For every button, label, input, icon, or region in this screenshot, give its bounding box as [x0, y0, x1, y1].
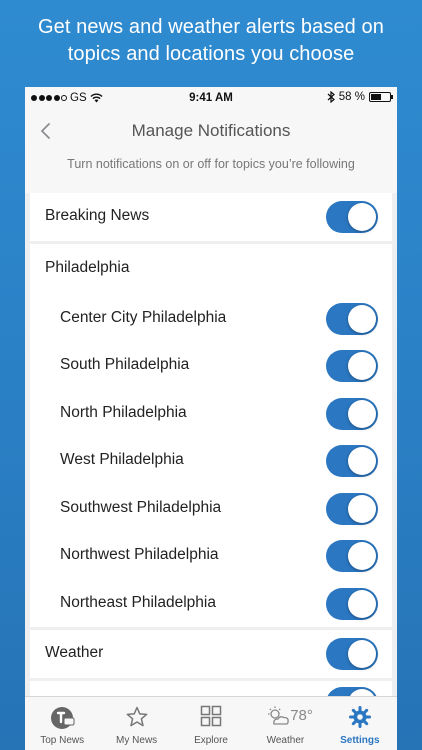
row-label: Breaking News — [45, 207, 150, 224]
row-center-city-philadelphia: Center City Philadelphia — [30, 295, 392, 343]
row-northwest-philadelphia: Northwest Philadelphia — [30, 532, 392, 580]
status-right: 58 % — [327, 91, 393, 103]
row-label: West Philadelphia — [60, 451, 184, 468]
promo-line-2: topics and locations you choose — [67, 43, 355, 65]
northwest-philadelphia-toggle[interactable] — [326, 540, 378, 572]
row-south-philadelphia: South Philadelphia — [30, 342, 392, 390]
page-title: Manage Notifications — [131, 121, 291, 140]
tab-label: My News — [116, 735, 158, 746]
navigation-bar: Manage Notifications — [25, 109, 397, 153]
tab-label: Weather — [266, 735, 305, 746]
battery-percent: 58 % — [338, 91, 365, 103]
section-weather: Weather — [30, 630, 392, 678]
breaking-news-toggle[interactable] — [326, 201, 378, 233]
row-label: Northeast Philadelphia — [60, 594, 216, 611]
promo-caption: Get news and weather alerts based on top… — [0, 14, 422, 68]
weather-toggle[interactable] — [326, 638, 378, 670]
grid-icon — [200, 705, 222, 727]
tab-label: Explore — [194, 735, 228, 746]
center-city-philadelphia-toggle[interactable] — [326, 303, 378, 335]
top-news-icon — [51, 707, 75, 729]
partly-sunny-icon — [267, 706, 289, 725]
tab-bar: Top News My News Explore 78° Weather Set… — [25, 696, 397, 750]
row-label: Center City Philadelphia — [60, 309, 227, 326]
phone-screen: GS 9:41 AM 58 % Manage Notifications Tur… — [25, 87, 397, 750]
gear-icon — [348, 706, 371, 728]
row-southwest-philadelphia: Southwest Philadelphia — [30, 485, 392, 533]
south-philadelphia-toggle[interactable] — [326, 350, 378, 382]
tab-label: Top News — [40, 735, 85, 746]
tab-label: Settings — [340, 735, 380, 746]
southwest-philadelphia-toggle[interactable] — [326, 493, 378, 525]
row-label: Weather — [45, 644, 104, 661]
tab-my-news[interactable]: My News — [99, 697, 173, 750]
row-label: Northwest Philadelphia — [60, 546, 219, 563]
row-label: South Philadelphia — [60, 356, 190, 373]
promo-line-1: Get news and weather alerts based on — [37, 16, 385, 38]
star-icon — [126, 706, 147, 727]
tab-weather[interactable]: 78° Weather — [248, 697, 322, 750]
weather-temperature: 78° — [290, 707, 313, 724]
row-label: North Philadelphia — [60, 404, 187, 421]
row-northeast-philadelphia: Northeast Philadelphia — [30, 580, 392, 628]
row-north-philadelphia: North Philadelphia — [30, 390, 392, 438]
section-breaking-news: Breaking News — [30, 193, 392, 241]
row-breaking-news: Breaking News — [30, 193, 392, 241]
tab-top-news[interactable]: Top News — [25, 697, 99, 750]
tab-explore[interactable]: Explore — [174, 697, 248, 750]
row-west-philadelphia: West Philadelphia — [30, 437, 392, 485]
northeast-philadelphia-toggle[interactable] — [326, 588, 378, 620]
bluetooth-icon — [327, 91, 335, 103]
battery-fill — [371, 94, 382, 100]
page-subtitle: Turn notifications on or off for topics … — [25, 153, 397, 193]
west-philadelphia-toggle[interactable] — [326, 445, 378, 477]
section-header-philadelphia: Philadelphia — [30, 245, 392, 293]
north-philadelphia-toggle[interactable] — [326, 398, 378, 430]
tab-settings[interactable]: Settings — [323, 697, 397, 750]
section-philadelphia: Philadelphia Center City Philadelphia So… — [30, 244, 392, 627]
row-label: Southwest Philadelphia — [60, 499, 222, 516]
battery-icon — [369, 92, 393, 102]
section-header-label: Philadelphia — [45, 259, 130, 276]
status-bar: GS 9:41 AM 58 % — [25, 87, 397, 109]
row-weather: Weather — [30, 630, 392, 678]
